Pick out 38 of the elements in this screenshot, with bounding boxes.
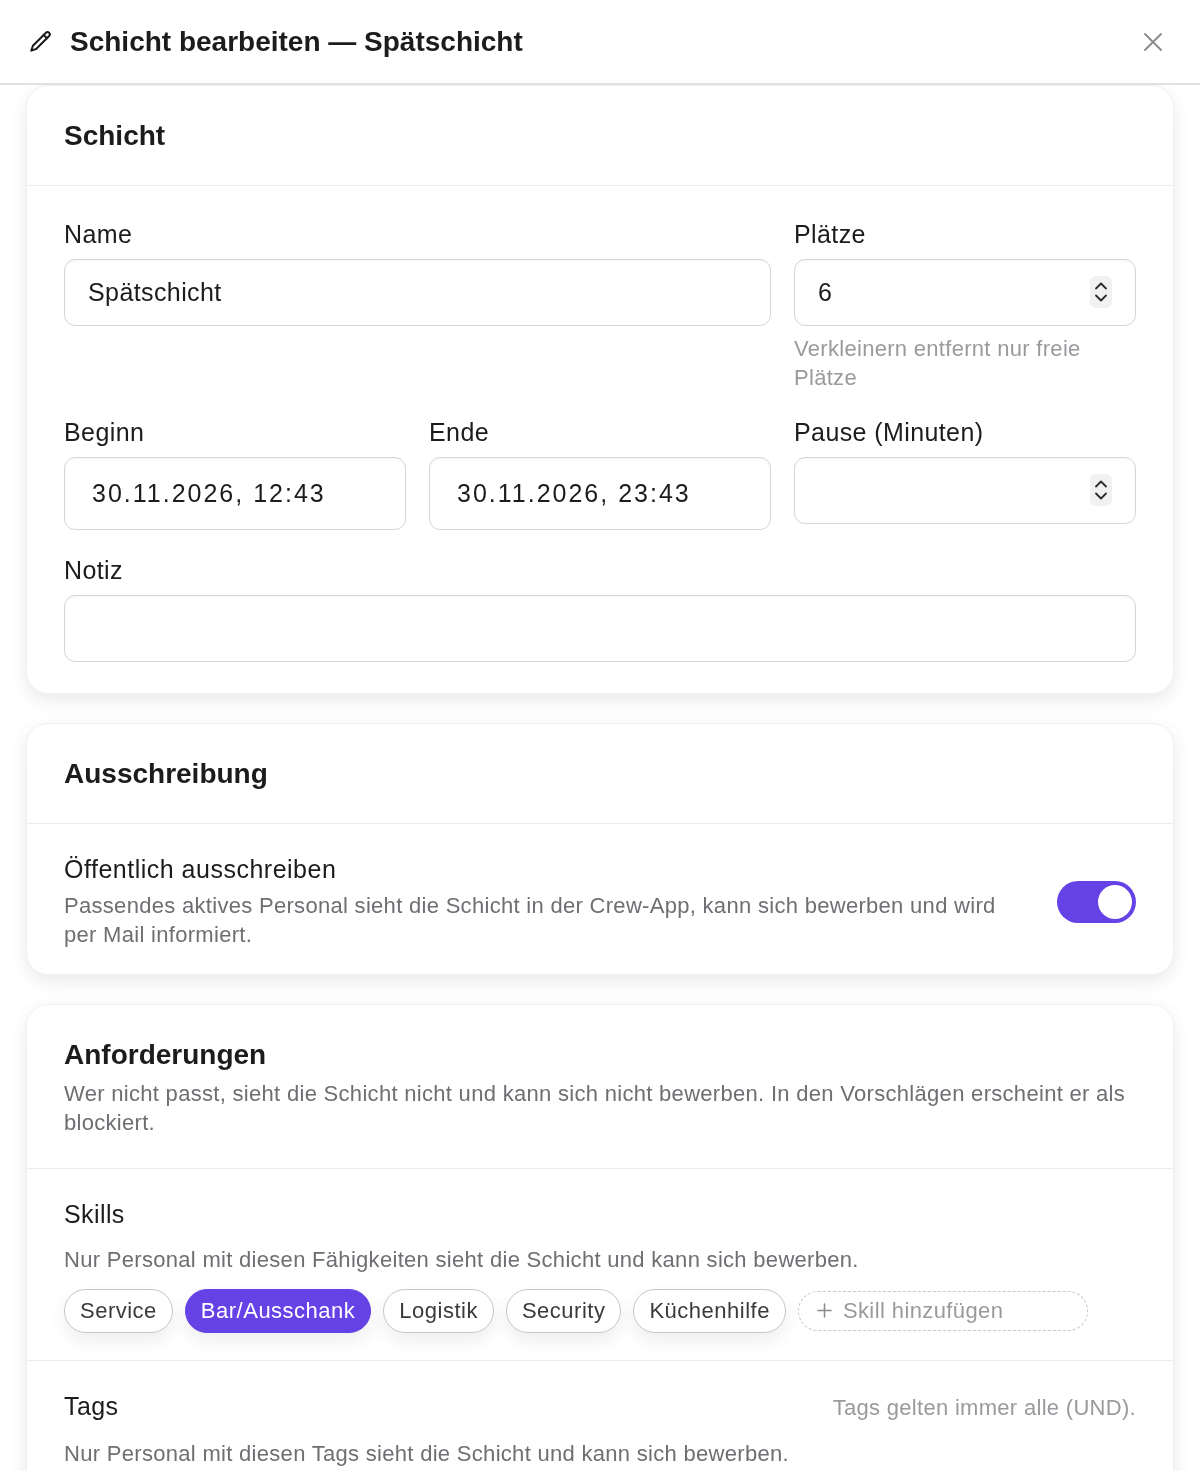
text-input[interactable] xyxy=(64,595,1136,662)
toggle-label: Öffentlich ausschreiben xyxy=(64,854,338,884)
number-input[interactable]: 6 xyxy=(794,259,1136,326)
section-title: Schicht xyxy=(64,119,167,153)
field-label: Name xyxy=(64,220,134,248)
dialog-title: Schicht bearbeiten — Spätschicht xyxy=(70,24,524,59)
plus-icon xyxy=(816,1303,832,1318)
add-skill-field[interactable]: Skill hinzufügen xyxy=(797,1291,1088,1331)
field-label: Ende xyxy=(429,418,490,446)
field-label: Plätze xyxy=(794,220,867,248)
pencil-icon xyxy=(28,28,54,55)
skill-chip[interactable]: Logistik xyxy=(383,1289,494,1333)
section-title: Ausschreibung xyxy=(64,757,269,791)
group-description: Nur Personal mit diesen Fähigkeiten sieht die Schicht und kann sich bewerben. xyxy=(64,1246,860,1274)
text-input[interactable]: Spätschicht xyxy=(64,259,771,326)
skill-chip[interactable]: Security xyxy=(505,1289,622,1333)
close-button[interactable] xyxy=(1144,32,1162,51)
field-label: Pause (Minuten) xyxy=(794,418,985,446)
toggle-description: Passendes aktives Personal sieht die Schicht in der Crew-App, kann sich bewerben und wird per Mail informiert. xyxy=(64,892,997,949)
skill-chip[interactable]: Küchenhilfe xyxy=(633,1289,786,1333)
datetime-input[interactable]: 30.11.2026, 23:43 xyxy=(429,457,771,530)
group-description: Nur Personal mit diesen Tags sieht die Schicht und kann sich bewerben. xyxy=(64,1440,790,1468)
skill-chip[interactable]: Bar/Ausschank xyxy=(184,1289,372,1333)
number-input[interactable] xyxy=(794,457,1136,524)
skill-chip[interactable]: Service xyxy=(64,1289,173,1333)
datetime-input[interactable]: 30.11.2026, 12:43 xyxy=(64,457,406,530)
group-title: Tags xyxy=(64,1391,119,1421)
chevron-up-down-icon[interactable] xyxy=(1090,474,1112,506)
section-title: Anforderungen xyxy=(64,1038,268,1072)
group-note: Tags gelten immer alle (UND). xyxy=(832,1394,1136,1422)
field-label: Notiz xyxy=(64,556,124,584)
field-label: Beginn xyxy=(64,418,146,446)
section-description: Wer nicht passt, sieht die Schicht nicht und kann sich nicht bewerben. In den Vorschlägen erscheint er als blockiert. xyxy=(64,1080,1127,1137)
close-icon xyxy=(1144,32,1162,51)
toggle-switch[interactable] xyxy=(1057,880,1136,923)
field-hint: Verkleinern entfernt nur freie Plätze xyxy=(794,335,1082,392)
chevron-up-down-icon[interactable] xyxy=(1090,276,1112,308)
group-title: Skills xyxy=(64,1199,125,1229)
